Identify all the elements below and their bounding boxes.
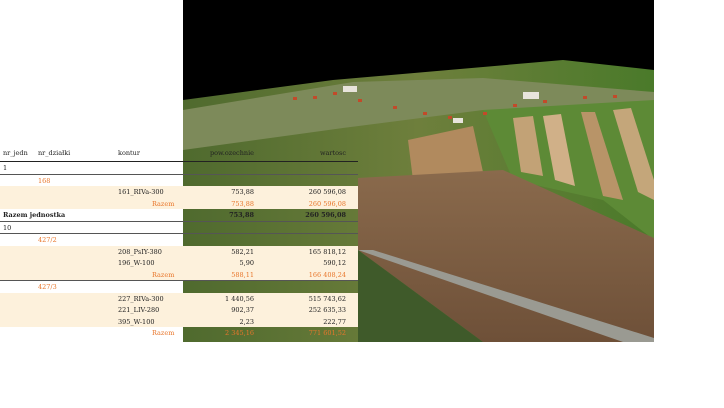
header-wartosc: wartosc [319,149,346,157]
item-kontur: 227_RIVa-300 [118,294,164,303]
subtotal-pow: 753,88 [231,199,254,208]
item-pow: 582,21 [231,247,254,256]
header-pow: pow.ozechnie [209,149,254,157]
table-header: nr_jedn nr_działki kontur pow.ozechnie w… [0,147,358,162]
item-pow: 902,37 [231,306,254,314]
table-row-subtotal: Razem 588,11 166 408,24 [0,268,358,281]
unit-number: 1 [3,164,8,172]
unit-total-pow: 753,88 [229,211,254,219]
item-kontur: 208_PsIY-380 [118,247,162,256]
unit-total-wartosc: 260 596,08 [305,211,346,219]
subtotal-wartosc: 260 596,08 [308,199,346,208]
parcel-number: 427/2 [38,236,57,244]
item-wartosc: 252 635,33 [308,306,346,314]
subtotal-wartosc: 166 408,24 [308,270,346,279]
table-row-subtotal: Razem 2 345,16 771 601,52 [0,327,358,339]
item-wartosc: 260 596,08 [308,188,346,196]
item-pow: 5,90 [239,259,254,267]
header-kontur: kontur [118,149,140,157]
item-kontur: 161_RIVa-300 [118,188,164,196]
header-nr-jedn: nr_jedn [3,149,28,157]
item-wartosc: 165 818,12 [308,247,346,256]
item-kontur: 221_LIV-280 [118,306,160,314]
subtotal-label: Razem [152,199,175,208]
table-row-parcel: 168 [0,175,358,187]
subtotal-wartosc: 771 601,52 [308,329,346,337]
table-row-item: 227_RIVa-300 1 440,56 515 743,62 [0,292,358,304]
table-row-item: 161_RIVa-300 753,88 260 596,08 [0,186,358,198]
parcel-number: 168 [38,176,51,185]
item-wartosc: 515 743,62 [308,294,346,303]
item-kontur: 196_W-100 [118,259,155,267]
subtotal-pow: 588,11 [231,270,254,279]
unit-number: 10 [3,223,12,232]
subtotal-label: Razem [152,270,175,279]
table-row-subtotal: Razem 753,88 260 596,08 [0,197,358,209]
subtotal-label: Razem [152,329,175,337]
table-row-unit-total: Razem jednostka 753,88 260 596,08 [0,209,358,222]
table-row-item: 395_W-100 2,23 222,77 [0,315,358,327]
item-kontur: 395_W-100 [118,317,155,326]
header-nr-dzialki: nr_działki [38,149,71,157]
unit-total-label: Razem jednostka [3,211,66,219]
subtotal-pow: 2 345,16 [225,329,254,337]
table-row-item: 221_LIV-280 902,37 252 635,33 [0,304,358,316]
table-row-parcel: 427/2 [0,234,358,246]
table-row-item: 208_PsIY-380 582,21 165 818,12 [0,245,358,257]
table-row-unit: 10 [0,222,358,234]
item-wartosc: 590,12 [323,259,346,267]
table-row-unit: 1 [0,162,358,175]
table-row-item: 196_W-100 5,90 590,12 [0,257,358,269]
parcel-number: 427/3 [38,283,57,291]
item-pow: 2,23 [239,317,254,326]
item-wartosc: 222,77 [323,317,346,326]
table-row-parcel: 427/3 [0,281,358,293]
item-pow: 1 440,56 [225,294,254,303]
item-pow: 753,88 [231,188,254,196]
valuation-table: nr_jedn nr_działki kontur pow.ozechnie w… [0,147,358,339]
